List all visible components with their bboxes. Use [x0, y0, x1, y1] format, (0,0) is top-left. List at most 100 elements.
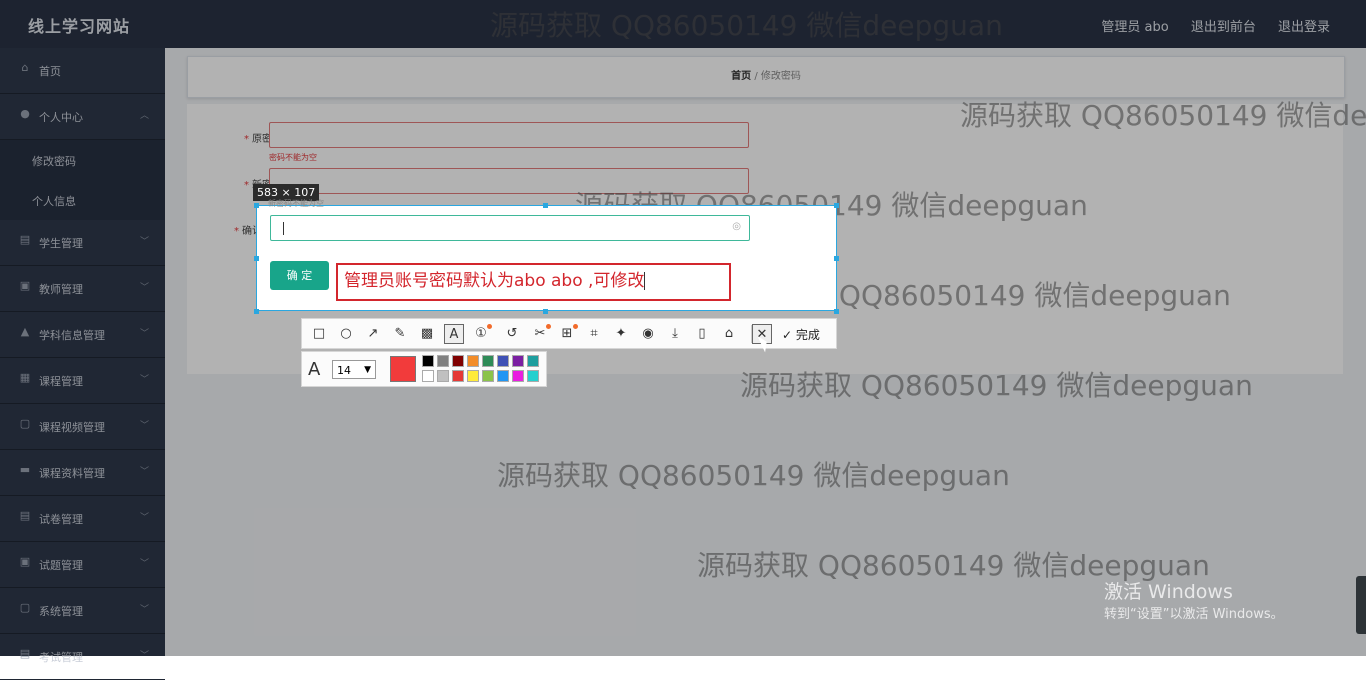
sidebar-item-teachers[interactable]: ▣ 教师管理 ﹀: [0, 266, 165, 312]
resize-handle[interactable]: [834, 203, 839, 208]
pencil-icon[interactable]: ✎: [390, 324, 410, 344]
sidebar-item-label: 试题管理: [39, 559, 83, 572]
sidebar-item-students[interactable]: ▤ 学生管理 ﹀: [0, 220, 165, 266]
home-icon: ⌂: [21, 61, 29, 74]
sidebar-item-course-videos[interactable]: ▢ 课程视频管理 ﹀: [0, 404, 165, 450]
chevron-down-icon: ﹀: [139, 559, 149, 569]
color-swatch[interactable]: [497, 370, 509, 382]
pin-icon[interactable]: ✦: [611, 324, 631, 344]
color-swatch[interactable]: [512, 370, 524, 382]
question-icon: ▣: [19, 555, 31, 568]
color-swatch[interactable]: [467, 370, 479, 382]
undo-icon[interactable]: ↺: [502, 324, 522, 344]
old-password-error: 密码不能为空: [269, 153, 317, 162]
chevron-down-icon: ﹀: [139, 605, 149, 615]
new-password-field[interactable]: [269, 168, 749, 194]
resize-handle[interactable]: [834, 309, 839, 314]
breadcrumb-home[interactable]: 首页: [731, 71, 751, 82]
system-icon: ▢: [19, 601, 31, 614]
bookmark-icon[interactable]: ⌂: [719, 324, 739, 344]
sidebar-item-label: 个人中心: [39, 111, 83, 124]
top-bar: 线上学习网站 管理员 abo 退出到前台 退出登录: [0, 0, 1366, 48]
capture-toolbar: □ ○ ↗ ✎ ▩ A ① ↺ ✂ ⊞ ⌗ ✦ ◉ ⤓ ▯ ⌂ ✕ ✓ 完成: [301, 318, 837, 349]
subject-icon: ▲: [20, 325, 30, 338]
font-icon: A: [308, 359, 321, 380]
sidebar-item-label: 课程资料管理: [39, 467, 105, 480]
resize-handle[interactable]: [254, 256, 259, 261]
logout-link[interactable]: 退出登录: [1278, 20, 1330, 35]
color-swatch[interactable]: [452, 355, 464, 367]
sidebar-item-courses[interactable]: ▦ 课程管理 ﹀: [0, 358, 165, 404]
color-swatch[interactable]: [437, 355, 449, 367]
chevron-up-icon: ︿: [139, 111, 149, 121]
back-to-front-link[interactable]: 退出到前台: [1191, 20, 1256, 35]
submit-button[interactable]: 确 定: [270, 261, 329, 290]
exam-icon: ▤: [19, 647, 31, 660]
arrow-icon[interactable]: ↗: [363, 324, 383, 344]
sidebar-item-label: 课程管理: [39, 375, 83, 388]
eye-icon[interactable]: ◎: [732, 221, 741, 232]
color-swatch[interactable]: [437, 370, 449, 382]
chevron-down-icon: ﹀: [139, 421, 149, 431]
chevron-down-icon: ﹀: [139, 651, 149, 661]
scan-icon[interactable]: ⌗: [584, 324, 604, 344]
sidebar-item-label: 考试管理: [39, 651, 83, 664]
badge-dot: [487, 324, 492, 329]
sidebar-item-label: 学科信息管理: [39, 329, 105, 342]
sidebar-item-label: 试卷管理: [39, 513, 83, 526]
sidebar-item-questions[interactable]: ▣ 试题管理 ﹀: [0, 542, 165, 588]
color-swatch[interactable]: [422, 370, 434, 382]
sidebar-item-subjects[interactable]: ▲ 学科信息管理 ﹀: [0, 312, 165, 358]
resize-handle[interactable]: [543, 203, 548, 208]
sidebar-item-papers[interactable]: ▤ 试卷管理 ﹀: [0, 496, 165, 542]
student-icon: ▤: [19, 233, 31, 246]
sidebar-item-label: 教师管理: [39, 283, 83, 296]
mosaic-icon[interactable]: ▩: [417, 324, 437, 344]
record-icon[interactable]: ◉: [638, 324, 658, 344]
current-color-swatch[interactable]: [390, 356, 416, 382]
color-swatch[interactable]: [482, 370, 494, 382]
sidebar-item-exams[interactable]: ▤ 考试管理 ﹀: [0, 634, 165, 680]
badge-dot: [573, 324, 578, 329]
site-title: 线上学习网站: [28, 17, 131, 36]
video-icon: ▢: [19, 417, 31, 430]
resize-handle[interactable]: [254, 203, 259, 208]
color-swatch[interactable]: [422, 355, 434, 367]
breadcrumb-current: 修改密码: [760, 71, 801, 82]
text-caret: [283, 222, 284, 235]
color-swatch[interactable]: [527, 370, 539, 382]
rectangle-icon[interactable]: □: [309, 324, 329, 344]
ellipse-icon[interactable]: ○: [336, 324, 356, 344]
color-swatch[interactable]: [452, 370, 464, 382]
chevron-down-icon: ﹀: [139, 375, 149, 385]
color-swatch[interactable]: [497, 355, 509, 367]
color-swatch[interactable]: [527, 355, 539, 367]
text-annotation[interactable]: 管理员账号密码默认为abo abo ,可修改: [336, 263, 731, 301]
color-swatch[interactable]: [512, 355, 524, 367]
windows-activation-hint: 转到“设置”以激活 Windows。: [1104, 607, 1284, 622]
chevron-down-icon: ﹀: [139, 237, 149, 247]
sidebar-item-course-materials[interactable]: ▬ 课程资料管理 ﹀: [0, 450, 165, 496]
phone-icon[interactable]: ▯: [692, 324, 712, 344]
sidebar-item-label: 学生管理: [39, 237, 83, 250]
text-tool-icon[interactable]: A: [444, 324, 464, 344]
download-icon[interactable]: ⤓: [665, 324, 685, 344]
font-size-select[interactable]: 14 ▼: [332, 360, 376, 379]
color-swatch[interactable]: [467, 355, 479, 367]
sidebar-item-label: 首页: [39, 65, 61, 78]
sidebar-item-personal-center[interactable]: ● 个人中心 ︿: [0, 94, 165, 140]
resize-handle[interactable]: [834, 256, 839, 261]
sidebar-subitem-personal-info[interactable]: 个人信息: [0, 180, 165, 220]
sidebar-item-home[interactable]: ⌂ 首页: [0, 48, 165, 94]
sidebar-item-system[interactable]: ▢ 系统管理 ﹀: [0, 588, 165, 634]
sidebar-subitem-label: 修改密码: [32, 155, 76, 168]
sidebar-item-label: 系统管理: [39, 605, 83, 618]
resize-handle[interactable]: [254, 309, 259, 314]
done-button[interactable]: ✓ 完成: [782, 326, 820, 343]
sidebar-subitem-change-password[interactable]: 修改密码: [0, 140, 165, 180]
color-swatch[interactable]: [482, 355, 494, 367]
teacher-icon: ▣: [19, 279, 31, 292]
resize-handle[interactable]: [543, 309, 548, 314]
old-password-field[interactable]: [269, 122, 749, 148]
confirm-password-field[interactable]: ◎: [270, 215, 750, 241]
